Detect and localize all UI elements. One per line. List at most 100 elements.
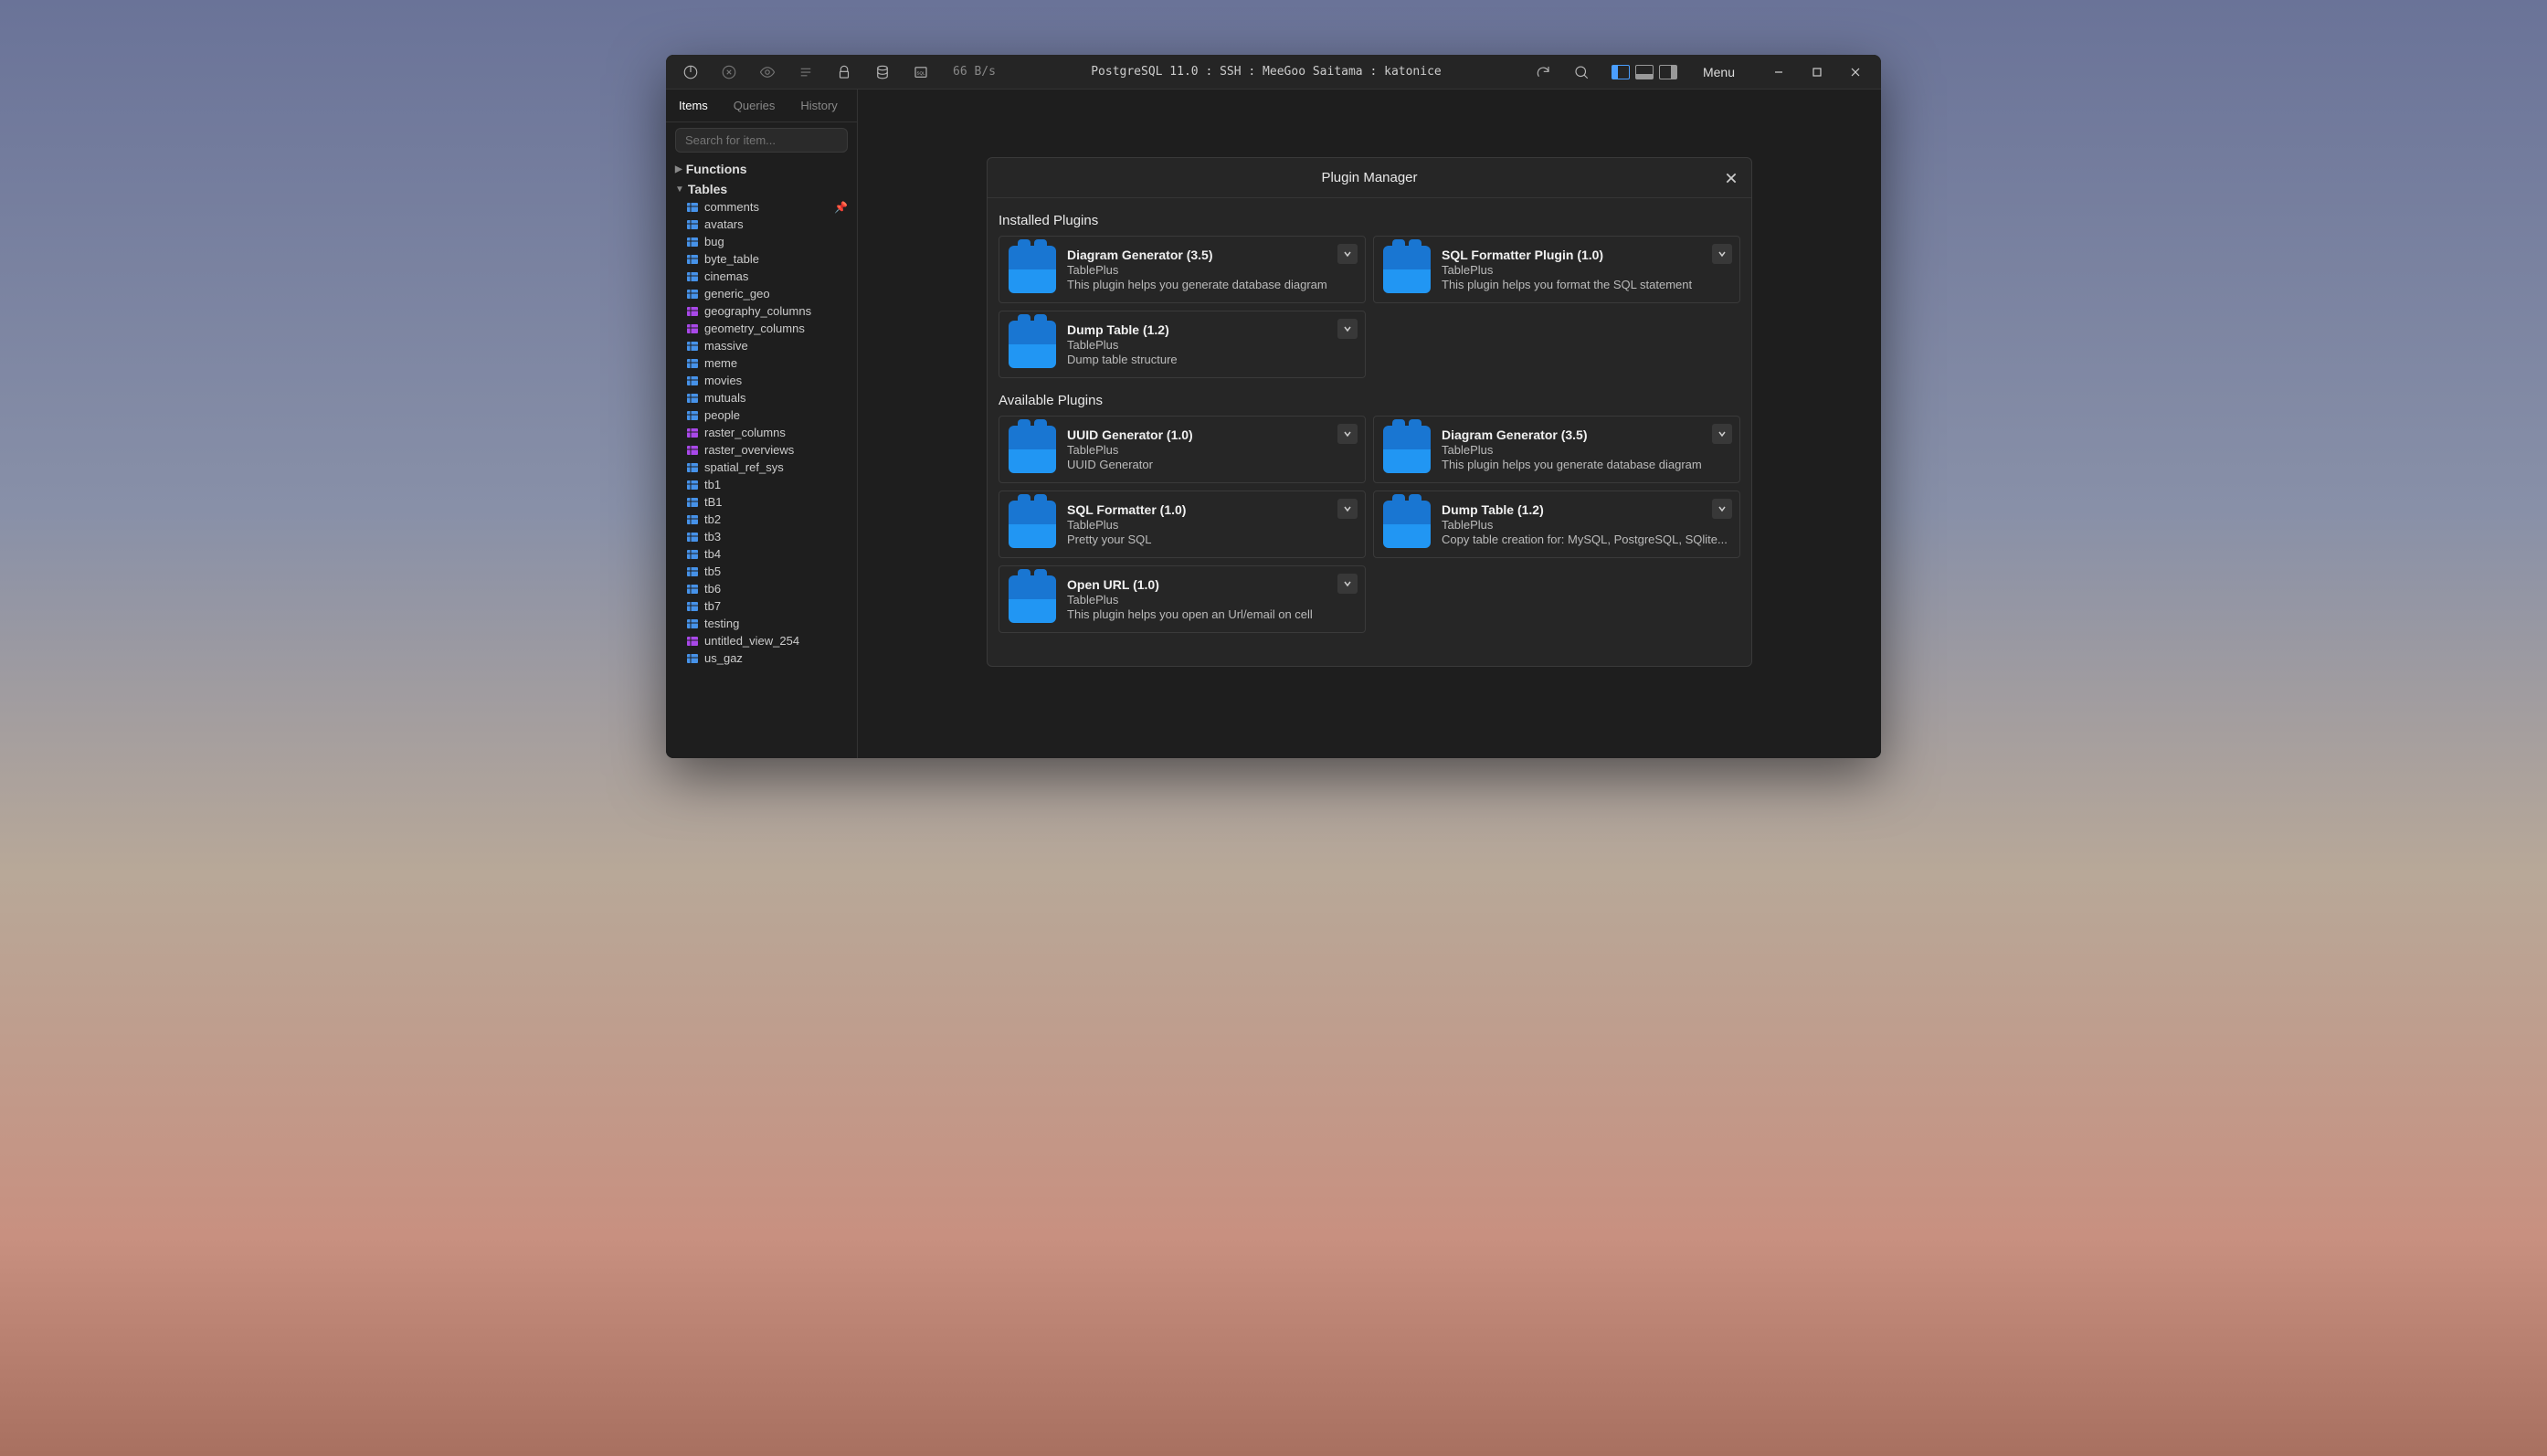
table-name-label: tb7 bbox=[704, 599, 721, 613]
plugin-card[interactable]: SQL Formatter Plugin (1.0)TablePlusThis … bbox=[1373, 236, 1740, 303]
expand-button[interactable] bbox=[1712, 499, 1732, 519]
layout-bottom-button[interactable] bbox=[1635, 65, 1654, 79]
chevron-right-icon: ▶ bbox=[675, 164, 682, 174]
table-name-label: tB1 bbox=[704, 495, 723, 509]
sidebar-item-table[interactable]: generic_geo bbox=[666, 285, 857, 302]
tab-history[interactable]: History bbox=[787, 90, 850, 121]
sidebar-item-table[interactable]: tb6 bbox=[666, 580, 857, 597]
expand-button[interactable] bbox=[1337, 499, 1358, 519]
plugin-card[interactable]: Dump Table (1.2)TablePlusDump table stru… bbox=[999, 311, 1366, 378]
close-button[interactable] bbox=[1837, 55, 1874, 90]
lock-icon[interactable] bbox=[827, 55, 861, 90]
plugin-icon bbox=[1009, 575, 1056, 623]
plugin-card[interactable]: Diagram Generator (3.5)TablePlusThis plu… bbox=[999, 236, 1366, 303]
table-name-label: massive bbox=[704, 339, 748, 353]
table-name-label: avatars bbox=[704, 217, 744, 231]
table-icon bbox=[686, 565, 699, 578]
table-name-label: geography_columns bbox=[704, 304, 811, 318]
section-functions[interactable]: ▶Functions bbox=[666, 158, 857, 178]
sidebar-item-table[interactable]: movies bbox=[666, 372, 857, 389]
sidebar-item-table[interactable]: tb7 bbox=[666, 597, 857, 615]
table-icon bbox=[686, 652, 699, 665]
plugin-name: Open URL (1.0) bbox=[1067, 577, 1356, 592]
table-icon bbox=[686, 201, 699, 214]
sidebar-item-table[interactable]: spatial_ref_sys bbox=[666, 459, 857, 476]
search-icon[interactable] bbox=[1564, 55, 1599, 90]
sidebar-item-table[interactable]: us_gaz bbox=[666, 649, 857, 667]
tab-queries[interactable]: Queries bbox=[721, 90, 788, 121]
section-tables[interactable]: ▼Tables bbox=[666, 178, 857, 198]
close-connection-icon[interactable] bbox=[712, 55, 746, 90]
sidebar-item-table[interactable]: comments📌 bbox=[666, 198, 857, 216]
plugin-description: UUID Generator bbox=[1067, 458, 1356, 471]
expand-button[interactable] bbox=[1712, 424, 1732, 444]
expand-button[interactable] bbox=[1337, 244, 1358, 264]
expand-button[interactable] bbox=[1337, 319, 1358, 339]
table-name-label: testing bbox=[704, 617, 739, 630]
refresh-icon[interactable] bbox=[1526, 55, 1560, 90]
plugin-icon bbox=[1383, 501, 1431, 548]
sidebar-item-table[interactable]: tb2 bbox=[666, 511, 857, 528]
dialog-header: Plugin Manager bbox=[988, 158, 1751, 198]
list-icon[interactable] bbox=[788, 55, 823, 90]
expand-button[interactable] bbox=[1337, 574, 1358, 594]
connection-label: PostgreSQL 11.0 : SSH : MeeGoo Saitama :… bbox=[1091, 65, 1442, 79]
plugin-author: TablePlus bbox=[1067, 443, 1356, 457]
eye-icon[interactable] bbox=[750, 55, 785, 90]
sidebar-search bbox=[675, 128, 848, 153]
power-icon[interactable] bbox=[673, 55, 708, 90]
sidebar-item-table[interactable]: tb1 bbox=[666, 476, 857, 493]
sidebar-item-table[interactable]: tb5 bbox=[666, 563, 857, 580]
plugin-author: TablePlus bbox=[1442, 443, 1730, 457]
sidebar-item-table[interactable]: tb3 bbox=[666, 528, 857, 545]
table-name-label: raster_columns bbox=[704, 426, 786, 439]
sidebar-item-table[interactable]: bug bbox=[666, 233, 857, 250]
table-icon bbox=[686, 288, 699, 301]
sidebar-item-table[interactable]: mutuals bbox=[666, 389, 857, 406]
sidebar-item-table[interactable]: tB1 bbox=[666, 493, 857, 511]
database-icon[interactable] bbox=[865, 55, 900, 90]
search-input[interactable] bbox=[675, 128, 848, 153]
tab-items[interactable]: Items bbox=[666, 90, 721, 121]
sidebar-item-table[interactable]: cinemas bbox=[666, 268, 857, 285]
plugin-card[interactable]: Diagram Generator (3.5)TablePlusThis plu… bbox=[1373, 416, 1740, 483]
plugin-description: This plugin helps you generate database … bbox=[1442, 458, 1730, 471]
table-icon bbox=[686, 444, 699, 457]
sql-icon[interactable]: SQL bbox=[904, 55, 938, 90]
maximize-button[interactable] bbox=[1799, 55, 1835, 90]
dialog-close-button[interactable] bbox=[1720, 167, 1742, 189]
sidebar-item-table[interactable]: tb4 bbox=[666, 545, 857, 563]
plugin-card[interactable]: SQL Formatter (1.0)TablePlusPretty your … bbox=[999, 491, 1366, 558]
table-name-label: tb5 bbox=[704, 564, 721, 578]
expand-button[interactable] bbox=[1712, 244, 1732, 264]
sidebar-item-table[interactable]: people bbox=[666, 406, 857, 424]
layout-right-button[interactable] bbox=[1659, 65, 1677, 79]
sidebar-item-table[interactable]: massive bbox=[666, 337, 857, 354]
plugin-card[interactable]: Open URL (1.0)TablePlusThis plugin helps… bbox=[999, 565, 1366, 633]
sidebar-item-table[interactable]: raster_overviews bbox=[666, 441, 857, 459]
minimize-button[interactable] bbox=[1760, 55, 1797, 90]
app-window: SQL 66 B/s PostgreSQL 11.0 : SSH : MeeGo… bbox=[666, 55, 1881, 758]
sidebar-item-table[interactable]: raster_columns bbox=[666, 424, 857, 441]
plugin-author: TablePlus bbox=[1067, 263, 1356, 277]
table-name-label: tb3 bbox=[704, 530, 721, 543]
sidebar-item-table[interactable]: meme bbox=[666, 354, 857, 372]
sidebar-item-table[interactable]: geography_columns bbox=[666, 302, 857, 320]
table-icon bbox=[686, 270, 699, 283]
sidebar-item-table[interactable]: byte_table bbox=[666, 250, 857, 268]
sidebar-item-table[interactable]: geometry_columns bbox=[666, 320, 857, 337]
plugin-description: This plugin helps you format the SQL sta… bbox=[1442, 278, 1730, 291]
sidebar-item-table[interactable]: untitled_view_254 bbox=[666, 632, 857, 649]
layout-left-button[interactable] bbox=[1612, 65, 1630, 79]
table-name-label: cinemas bbox=[704, 269, 748, 283]
plugin-card[interactable]: UUID Generator (1.0)TablePlusUUID Genera… bbox=[999, 416, 1366, 483]
network-status: 66 B/s bbox=[953, 65, 996, 79]
table-icon bbox=[686, 617, 699, 630]
sidebar-item-table[interactable]: testing bbox=[666, 615, 857, 632]
sidebar-item-table[interactable]: avatars bbox=[666, 216, 857, 233]
table-icon bbox=[686, 513, 699, 526]
menu-button[interactable]: Menu bbox=[1690, 65, 1748, 79]
expand-button[interactable] bbox=[1337, 424, 1358, 444]
plugin-name: SQL Formatter Plugin (1.0) bbox=[1442, 248, 1730, 262]
plugin-card[interactable]: Dump Table (1.2)TablePlusCopy table crea… bbox=[1373, 491, 1740, 558]
